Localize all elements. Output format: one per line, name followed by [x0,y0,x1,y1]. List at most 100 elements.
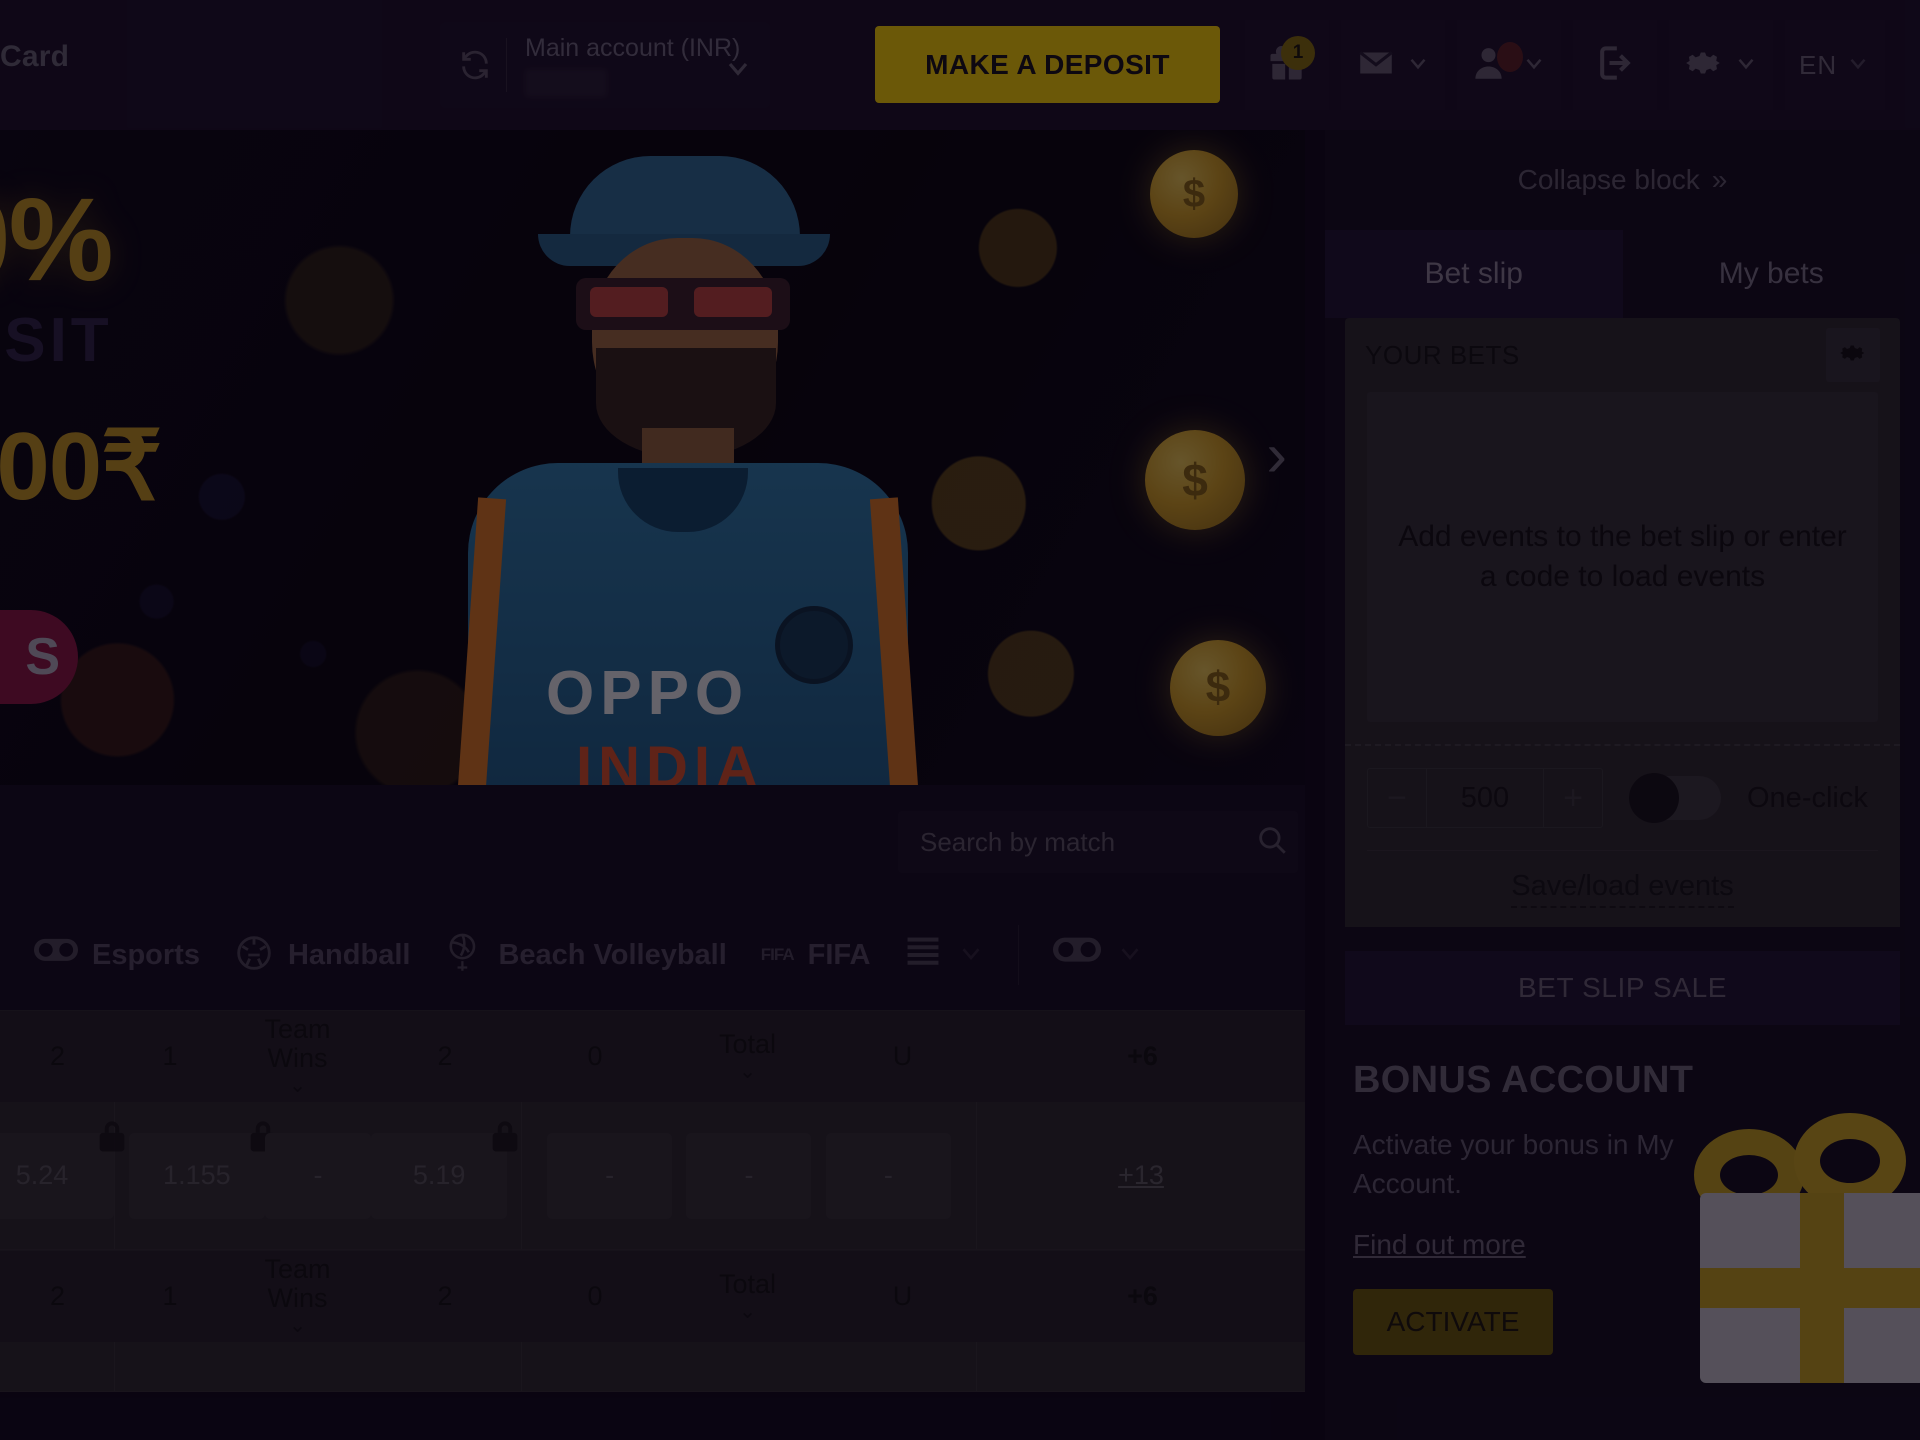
odds-header-row: 2 1 Team Wins ⌄ 2 0 Total ⌄ U +6 [0,1010,1305,1102]
sports-nav-item-esports[interactable]: Esports [34,936,200,975]
banner-next-arrow[interactable]: › [1266,420,1287,491]
odds-col-header[interactable]: 1 [115,1011,225,1102]
odds-col-header-more[interactable]: +6 [980,1011,1305,1102]
sports-nav-label: Handball [287,938,411,971]
jersey-sponsor-text: OPPO [546,659,750,728]
stake-decrease-button[interactable]: − [1368,769,1426,827]
odds-cell[interactable]: - [825,1132,951,1219]
chevron-down-icon [1405,50,1431,81]
save-load-events-button[interactable]: Save/load events [1345,851,1900,927]
jersey-country-text: INDIA [576,735,764,785]
gift-band-horizontal [1700,1268,1920,1308]
header-icon-group: 1 EN [1245,10,1897,120]
messages-button[interactable] [1341,20,1445,110]
search-input[interactable] [898,826,1255,858]
settings-button[interactable] [1669,20,1773,110]
chevron-down-icon [1115,938,1145,973]
odds-col-header-team-wins[interactable]: Team Wins ⌄ [225,1011,370,1102]
odds-data-row-2 [0,1342,1305,1392]
odds-cell[interactable]: - [686,1132,812,1219]
sports-nav-gamepad-menu[interactable] [1053,935,1145,976]
odds-col-header[interactable]: 2 [370,1251,520,1342]
player-sunglasses [576,278,790,330]
odds-col-header-total[interactable]: Total ⌄ [670,1011,825,1102]
search-container[interactable] [898,811,1298,873]
make-a-deposit-button[interactable]: MAKE A DEPOSIT [875,26,1220,103]
account-selector[interactable]: Main account (INR) [440,22,770,108]
chevron-down-icon: ⌄ [288,1314,307,1338]
logout-button[interactable] [1573,20,1657,110]
bet-slip-settings-button[interactable] [1826,328,1880,382]
bonus-activate-button[interactable]: ACTIVATE [1353,1289,1553,1356]
odds-cell[interactable]: 5.19 [371,1120,518,1219]
search-icon[interactable] [1255,823,1289,862]
mail-icon [1355,42,1397,89]
odds-col-header[interactable]: U [825,1251,980,1342]
language-selector[interactable]: EN [1785,20,1885,110]
sports-nav-item-beach-volleyball[interactable]: Beach Volleyball [444,932,727,979]
odds-value: - [313,1160,323,1190]
account-divider [506,38,507,92]
refresh-icon[interactable] [458,48,492,82]
odds-col-header-team-wins[interactable]: Team Wins ⌄ [225,1251,370,1342]
handball-icon [234,933,274,978]
odds-col-label: Total [718,1028,777,1059]
chevron-down-icon[interactable] [722,52,754,89]
odds-value: 1.155 [163,1160,231,1190]
odds-col-label: 1 [162,1280,178,1311]
tab-my-bets[interactable]: My bets [1623,230,1920,318]
gift-button[interactable]: 1 [1245,20,1329,110]
tab-bet-slip[interactable]: Bet slip [1325,230,1623,318]
odds-cell[interactable]: - [264,1132,372,1219]
odds-cell[interactable]: 5.24 [0,1120,125,1219]
sports-nav-label: Esports [92,938,200,971]
collapse-block-button[interactable]: Collapse block » [1325,130,1920,230]
chevron-down-icon [956,938,986,973]
sports-nav-item-handball[interactable]: Handball [234,933,410,978]
bet-slip-sale-button[interactable]: BET SLIP SALE [1345,951,1900,1025]
odds-col-label: +6 [1127,1040,1158,1071]
odds-header-row-2: 2 1 Team Wins ⌄ 2 0 Total ⌄ U +6 [0,1250,1305,1342]
tab-label: Bet slip [1424,257,1523,290]
odds-col-header[interactable]: 2 [0,1011,115,1102]
odds-col-header-total[interactable]: Total ⌄ [670,1251,825,1342]
tab-label: My bets [1718,257,1824,290]
odds-col-header-more[interactable]: +6 [980,1251,1305,1342]
odds-cell[interactable]: 1.155 [129,1120,276,1219]
odds-col-header[interactable]: 2 [370,1011,520,1102]
stake-increase-button[interactable]: + [1544,769,1602,827]
gear-icon [1683,42,1725,89]
account-text: Main account (INR) [525,34,740,97]
gamepad-icon [34,936,78,975]
odds-more-link[interactable]: +13 [1118,1160,1164,1191]
list-icon [904,936,942,975]
one-click-toggle[interactable] [1629,773,1721,823]
chevron-down-icon [1845,50,1871,81]
promo-banner[interactable]: 0% OSIT 000₹ S OPPO INDIA $ $ $ › [0,130,1305,785]
odds-table: 2 1 Team Wins ⌄ 2 0 Total ⌄ U +6 5.24 1.… [0,1010,1305,1440]
odds-col-header[interactable]: 2 [0,1251,115,1342]
sports-nav-more-menu[interactable] [904,936,986,975]
stake-stepper: − 500 + [1367,768,1603,828]
profile-button[interactable] [1457,20,1561,110]
odds-col-header[interactable]: 1 [115,1251,225,1342]
stake-row: − 500 + One-click [1345,746,1900,828]
odds-value: 5.19 [412,1160,466,1190]
odds-col-header[interactable]: U [825,1011,980,1102]
top-header: Card Main account (INR) MAKE A DEPOSIT 1… [0,0,1920,130]
bonus-description: Activate your bonus in My Account. [1353,1129,1674,1199]
odds-cell[interactable]: - [547,1132,673,1219]
odds-group-3: - - - [522,1102,977,1249]
odds-value: - [605,1160,615,1190]
sports-nav-item-fifa[interactable]: FIFA FIFA [761,939,871,972]
fifa-icon: FIFA [760,945,795,964]
odds-col-header[interactable]: 0 [520,1251,670,1342]
odds-group-1: 5.24 [0,1102,125,1249]
chevron-down-icon [1733,50,1759,81]
lock-icon [490,1119,520,1160]
bonus-find-out-more-link[interactable]: Find out more [1353,1229,1526,1261]
odds-col-header[interactable]: 0 [520,1011,670,1102]
coin-decoration: $ [1145,430,1245,530]
search-strip [0,785,1305,900]
stake-value[interactable]: 500 [1426,769,1544,827]
